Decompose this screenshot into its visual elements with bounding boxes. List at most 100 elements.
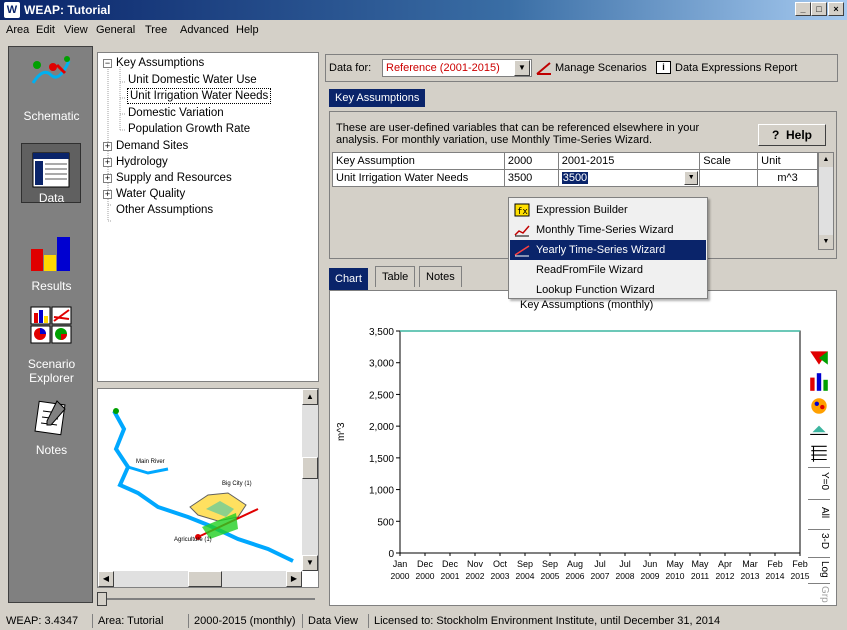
scenario-explorer-icon[interactable] xyxy=(29,305,73,345)
view-scenario-explorer-label-2[interactable]: Explorer xyxy=(9,371,94,385)
x-tick-label-month: May xyxy=(666,559,684,569)
view-scenario-explorer-label-1[interactable]: Scenario xyxy=(9,357,94,371)
menu-item-readfromfile-wizard[interactable]: ReadFromFile Wizard xyxy=(510,260,706,280)
tree-item-population-growth-rate[interactable]: Population Growth Rate xyxy=(128,121,250,137)
tree-expand-toggle[interactable]: + xyxy=(103,158,112,167)
view-schematic-label[interactable]: Schematic xyxy=(9,109,94,123)
scenario-dropdown[interactable]: Reference (2001-2015) xyxy=(382,59,532,77)
axis-icon[interactable] xyxy=(808,419,830,441)
map-hscrollbar[interactable]: ◀ ▶ xyxy=(98,571,302,587)
tree-expand-toggle[interactable]: + xyxy=(103,142,112,151)
tree-item-other-assumptions[interactable]: Other Assumptions xyxy=(116,202,213,218)
cell-scale[interactable] xyxy=(699,169,759,187)
scroll-right-arrow-icon[interactable]: ▶ xyxy=(286,571,302,587)
schematic-icon[interactable] xyxy=(29,53,73,93)
y-axis-label: m^3 xyxy=(336,422,347,441)
cell-2001-2015-editor[interactable]: 3500 ▼ xyxy=(557,169,701,187)
y-tick-label: 1,500 xyxy=(369,454,394,465)
view-notes-label[interactable]: Notes xyxy=(9,443,94,457)
data-expressions-report-button[interactable]: Data Expressions Report xyxy=(675,62,797,74)
menu-advanced[interactable]: Advanced xyxy=(180,24,229,36)
palette-icon[interactable] xyxy=(808,395,830,417)
scroll-up-arrow-icon[interactable]: ▲ xyxy=(819,153,833,167)
tree-item-water-quality[interactable]: Water Quality xyxy=(116,186,185,202)
wizard-context-menu: fx Expression Builder Monthly Time-Serie… xyxy=(508,197,708,299)
scroll-thumb[interactable] xyxy=(188,571,222,587)
chevron-down-icon[interactable]: ▼ xyxy=(684,171,699,185)
close-button[interactable]: × xyxy=(828,2,844,16)
chevron-down-icon[interactable]: ▼ xyxy=(514,60,530,76)
maximize-button[interactable]: □ xyxy=(811,2,827,16)
info-icon[interactable]: i xyxy=(656,61,671,74)
scroll-left-arrow-icon[interactable]: ◀ xyxy=(98,571,114,587)
data-icon[interactable] xyxy=(29,151,73,191)
menu-edit[interactable]: Edit xyxy=(36,24,55,36)
menu-item-lookup-function-wizard[interactable]: Lookup Function Wizard xyxy=(510,280,706,300)
cell-2000[interactable]: 3500 xyxy=(503,169,559,187)
tree-item-demand-sites[interactable]: Demand Sites xyxy=(116,138,188,154)
manage-scenarios-button[interactable]: Manage Scenarios xyxy=(555,62,647,74)
gridlines-icon[interactable] xyxy=(808,443,830,465)
menu-general[interactable]: General xyxy=(96,24,135,36)
tree-collapse-toggle[interactable]: − xyxy=(103,59,112,68)
tree-expand-toggle[interactable]: + xyxy=(103,174,112,183)
scroll-down-arrow-icon[interactable]: ▼ xyxy=(819,235,833,249)
group-button[interactable]: Grp xyxy=(808,583,830,605)
cell-2001-2015-value[interactable]: 3500 xyxy=(561,172,589,184)
map-vscrollbar[interactable]: ▲ ▼ xyxy=(302,389,318,571)
menu-item-yearly-time-series-wizard[interactable]: Yearly Time-Series Wizard xyxy=(510,240,706,260)
manage-scenarios-icon[interactable] xyxy=(536,61,552,75)
tree-expand-toggle[interactable]: + xyxy=(103,190,112,199)
menu-label: Expression Builder xyxy=(536,204,628,216)
zoom-slider-thumb[interactable] xyxy=(97,592,107,606)
yearly-wizard-icon xyxy=(514,245,530,257)
tree-item-domestic-variation[interactable]: Domestic Variation xyxy=(128,105,224,121)
log-button[interactable]: Log xyxy=(808,557,830,581)
view-results-label[interactable]: Results xyxy=(9,279,94,293)
grid-vscrollbar[interactable]: ▲ ▼ xyxy=(818,152,834,250)
notes-icon[interactable] xyxy=(29,397,73,437)
menu-view[interactable]: View xyxy=(64,24,88,36)
tab-key-assumptions[interactable]: Key Assumptions xyxy=(329,89,426,107)
x-tick-label-month: Mar xyxy=(742,559,758,569)
chart-type-icon[interactable] xyxy=(808,347,830,369)
menu-tree[interactable]: Tree xyxy=(145,24,167,36)
plot-area xyxy=(399,330,801,554)
minimize-button[interactable]: _ xyxy=(795,2,811,16)
tab-table[interactable]: Table xyxy=(375,266,416,287)
zoom-slider[interactable] xyxy=(97,592,319,606)
menu-label: ReadFromFile Wizard xyxy=(536,264,643,276)
bar-chart-icon[interactable] xyxy=(808,371,830,393)
schematic-map[interactable]: Main River Big City (1) Agriculture (1) … xyxy=(97,388,319,588)
menu-bar: Area Edit View General Tree Advanced Hel… xyxy=(0,20,847,40)
x-tick-label-year: 2009 xyxy=(641,571,660,581)
cell-key-assumption[interactable]: Unit Irrigation Water Needs xyxy=(332,169,505,187)
info-text-line2: analysis. For monthly variation, use Mon… xyxy=(336,134,653,146)
menu-item-expression-builder[interactable]: fx Expression Builder xyxy=(510,200,706,220)
tab-notes[interactable]: Notes xyxy=(419,266,462,287)
3d-button[interactable]: 3-D xyxy=(808,529,830,553)
scroll-thumb[interactable] xyxy=(302,457,318,479)
tree-item-key-assumptions[interactable]: Key Assumptions xyxy=(116,55,204,71)
results-icon[interactable] xyxy=(29,233,73,273)
tree-item-unit-domestic-water-use[interactable]: Unit Domestic Water Use xyxy=(128,72,257,88)
menu-help[interactable]: Help xyxy=(236,24,259,36)
x-tick-label-year: 2000 xyxy=(391,571,410,581)
tree-item-hydrology[interactable]: Hydrology xyxy=(116,154,168,170)
status-view: Data View xyxy=(308,615,358,627)
scroll-up-arrow-icon[interactable]: ▲ xyxy=(302,389,318,405)
menu-area[interactable]: Area xyxy=(6,24,29,36)
tree-item-supply-and-resources[interactable]: Supply and Resources xyxy=(116,170,232,186)
x-tick-label-year: 2005 xyxy=(541,571,560,581)
all-button[interactable]: All xyxy=(808,499,830,525)
help-button[interactable]: ? Help xyxy=(758,124,826,146)
scroll-down-arrow-icon[interactable]: ▼ xyxy=(302,555,318,571)
cell-unit[interactable]: m^3 xyxy=(757,169,818,187)
y-zero-button[interactable]: Y=0 xyxy=(808,467,830,495)
view-data-label[interactable]: Data xyxy=(9,191,94,205)
tree-item-unit-irrigation-water-needs[interactable]: Unit Irrigation Water Needs xyxy=(127,88,272,104)
menu-item-monthly-time-series-wizard[interactable]: Monthly Time-Series Wizard xyxy=(510,220,706,240)
x-tick-label-month: Sep xyxy=(542,559,558,569)
tab-chart[interactable]: Chart xyxy=(329,268,368,290)
info-text-line1: These are user-defined variables that ca… xyxy=(336,122,700,134)
